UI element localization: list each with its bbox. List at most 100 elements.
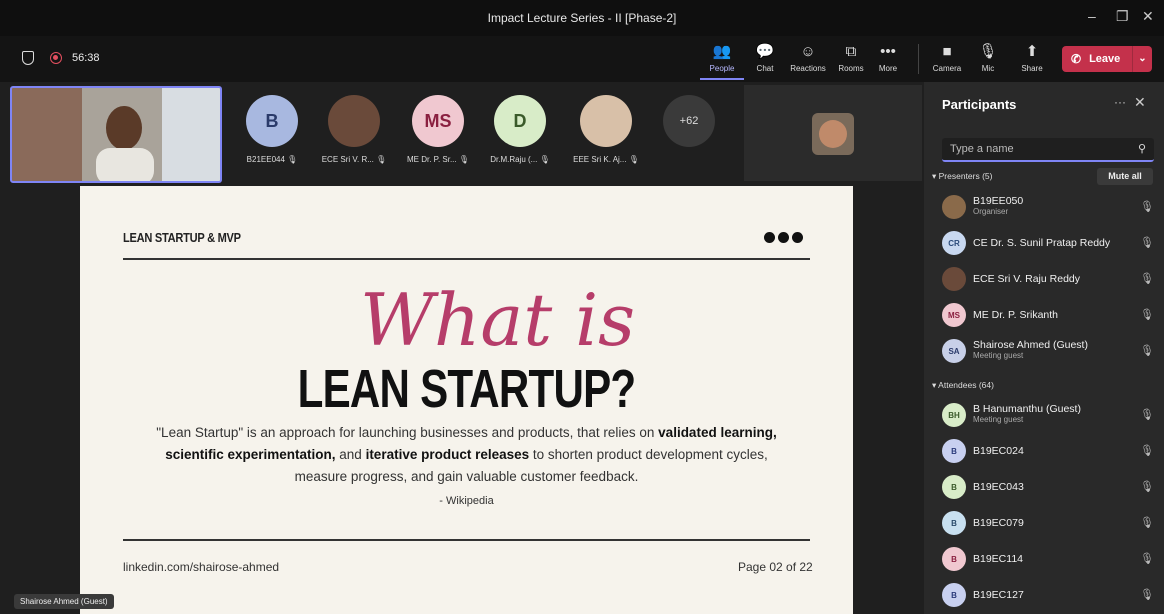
- avatar: B: [942, 547, 966, 571]
- avatar: [328, 95, 380, 147]
- participant-name: EEE Sri K. Aj... 🎙: [573, 155, 639, 164]
- panel-title: Participants: [942, 97, 1017, 112]
- more-participants-button[interactable]: +62: [663, 95, 715, 147]
- participant-list-item[interactable]: B19EE050 Organiser 🎙: [942, 192, 1154, 222]
- leave-label: Leave: [1089, 53, 1121, 65]
- more-label: More: [878, 64, 898, 73]
- chat-icon: 💬: [755, 43, 775, 60]
- close-icon[interactable]: ✕: [1134, 94, 1146, 111]
- shared-screen-stage: LEAN STARTUP & MVP What is LEAN STARTUP?…: [0, 186, 924, 614]
- avatar: B: [246, 95, 298, 147]
- mic-off-icon[interactable]: 🎙: [1140, 516, 1154, 529]
- participant-video-tile[interactable]: [744, 85, 922, 181]
- chat-button[interactable]: 💬 Chat: [743, 42, 787, 73]
- attendees-label: Attendees (64): [938, 380, 994, 390]
- attendees-section-toggle[interactable]: ▾ Attendees (64): [932, 380, 994, 391]
- slide-script-title: What is: [360, 278, 636, 362]
- participant-role: Organiser: [973, 207, 1009, 216]
- maximize-button[interactable]: ❐: [1116, 8, 1129, 25]
- leave-button[interactable]: ✆ Leave ⌄: [1062, 46, 1152, 72]
- strip-participant[interactable]: B B21EE044 🎙: [232, 95, 312, 164]
- presentation-slide: LEAN STARTUP & MVP What is LEAN STARTUP?…: [80, 186, 853, 614]
- mic-off-icon[interactable]: 🎙: [1140, 408, 1154, 421]
- search-icon[interactable]: ⚲: [1138, 142, 1146, 155]
- reactions-button[interactable]: ☺ Reactions: [786, 42, 830, 73]
- participant-name: Shairose Ahmed (Guest): [973, 339, 1088, 351]
- avatar: CR: [942, 231, 966, 255]
- participant-list-item[interactable]: ECE Sri V. Raju Reddy 🎙: [942, 264, 1154, 294]
- mic-off-icon[interactable]: 🎙: [1140, 480, 1154, 493]
- participant-list-item[interactable]: SA Shairose Ahmed (Guest) Meeting guest 🎙: [942, 336, 1154, 366]
- self-video-image: [12, 88, 220, 181]
- participant-list-item[interactable]: CR CE Dr. S. Sunil Pratap Reddy 🎙: [942, 228, 1154, 258]
- mute-all-button[interactable]: Mute all: [1097, 168, 1153, 185]
- slide-page-number: Page 02 of 22: [738, 560, 813, 574]
- camera-button[interactable]: ■ Camera: [925, 42, 969, 73]
- participant-name: B19EC024: [973, 445, 1024, 457]
- participant-list-item[interactable]: B B19EC043 🎙: [942, 472, 1154, 502]
- participant-list-item[interactable]: B B19EC127 🎙: [942, 580, 1154, 610]
- window-title: Impact Lecture Series - II [Phase-2]: [487, 11, 677, 25]
- mic-off-icon[interactable]: 🎙: [1140, 552, 1154, 565]
- avatar: MS: [412, 95, 464, 147]
- mic-off-icon: 🎙: [628, 155, 639, 164]
- mic-off-icon[interactable]: 🎙: [1140, 236, 1154, 249]
- participant-list-item[interactable]: MS ME Dr. P. Srikanth 🎙: [942, 300, 1154, 330]
- mic-off-icon[interactable]: 🎙: [1140, 444, 1154, 457]
- share-button[interactable]: ⬆ Share: [1010, 42, 1054, 73]
- participant-name: B19EC079: [973, 517, 1024, 529]
- more-options-icon[interactable]: ···: [1114, 95, 1126, 109]
- minimize-button[interactable]: –: [1088, 8, 1096, 24]
- mic-off-icon: 🎙: [978, 43, 998, 60]
- strip-participant[interactable]: MS ME Dr. P. Sr... 🎙: [398, 95, 478, 164]
- participant-name: B19EC114: [973, 553, 1024, 565]
- slide-rule-bottom: [123, 539, 810, 541]
- mic-off-icon[interactable]: 🎙: [1140, 308, 1154, 321]
- mic-button[interactable]: 🎙 Mic: [966, 42, 1010, 73]
- strip-participant[interactable]: D Dr.M.Raju (... 🎙: [480, 95, 560, 164]
- toolbar-divider: [918, 44, 919, 74]
- avatar: MS: [942, 303, 966, 327]
- more-button[interactable]: ••• More: [866, 42, 910, 73]
- mic-on-icon[interactable]: 🎙: [1140, 344, 1154, 357]
- strip-participant[interactable]: EEE Sri K. Aj... 🎙: [566, 95, 646, 164]
- chevron-down-icon[interactable]: ⌄: [1132, 46, 1152, 72]
- participant-list-item[interactable]: B B19EC114 🎙: [942, 544, 1154, 574]
- participant-list-item[interactable]: B B19EC024 🎙: [942, 436, 1154, 466]
- avatar: [942, 267, 966, 291]
- slide-body-text: "Lean Startup" is an approach for launch…: [156, 425, 777, 484]
- avatar: SA: [942, 339, 966, 363]
- self-video[interactable]: [10, 86, 222, 183]
- more-icon: •••: [880, 43, 896, 60]
- avatar: B: [942, 439, 966, 463]
- participant-name: ECE Sri V. Raju Reddy: [973, 273, 1080, 285]
- participant-name: ME Dr. P. Sr... 🎙: [406, 155, 470, 164]
- participant-list-item[interactable]: B B19EC079 🎙: [942, 508, 1154, 538]
- avatar: BH: [942, 403, 966, 427]
- camera-off-icon: ■: [942, 43, 952, 60]
- mic-off-icon[interactable]: 🎙: [1140, 272, 1154, 285]
- people-icon: 👥: [712, 43, 732, 60]
- camera-label: Camera: [932, 64, 962, 73]
- mic-off-icon[interactable]: 🎙: [1140, 588, 1154, 601]
- participant-name: ME Dr. P. Srikanth: [973, 309, 1059, 321]
- close-window-button[interactable]: ✕: [1142, 8, 1154, 25]
- participants-panel: Participants ··· ✕ Type a name ⚲ ▾ Prese…: [924, 82, 1164, 614]
- presenters-section-toggle[interactable]: ▾ Presenters (5): [932, 171, 993, 182]
- participant-name: B21EE044 🎙: [246, 155, 298, 164]
- participant-name: Dr.M.Raju (... 🎙: [490, 155, 550, 164]
- reactions-icon: ☺: [800, 43, 816, 60]
- participant-list-item[interactable]: BH B Hanumanthu (Guest) Meeting guest 🎙: [942, 400, 1154, 430]
- meeting-timer: 56:38: [72, 52, 100, 64]
- phone-icon: ✆: [1071, 52, 1082, 66]
- slide-main-title: LEAN STARTUP?: [297, 359, 637, 419]
- share-label: Share: [1021, 64, 1043, 73]
- title-bar: Impact Lecture Series - II [Phase-2] – ❐…: [0, 0, 1164, 36]
- mic-off-icon[interactable]: 🎙: [1140, 200, 1154, 213]
- participant-name: B19EC127: [973, 589, 1024, 601]
- dots-decoration: [764, 230, 806, 248]
- people-button[interactable]: 👥 People: [700, 42, 744, 80]
- strip-participant[interactable]: ECE Sri V. R... 🎙: [314, 95, 394, 164]
- participant-search-input[interactable]: Type a name ⚲: [942, 138, 1154, 162]
- slide-header: LEAN STARTUP & MVP: [123, 230, 241, 245]
